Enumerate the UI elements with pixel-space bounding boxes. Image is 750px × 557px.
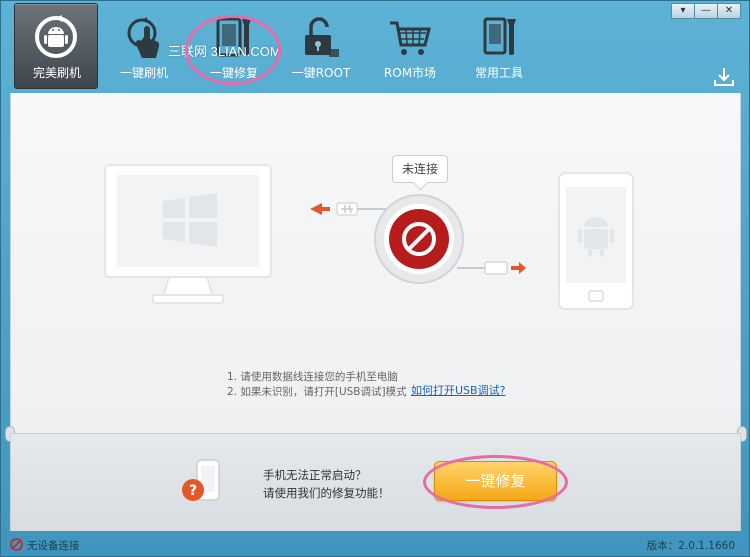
connection-panel: 未连接 1. 请使用数据线连接您的手机至电脑 2. 如果未识别，请打开[USB调… — [10, 93, 741, 433]
connection-instructions: 1. 请使用数据线连接您的手机至电脑 2. 如果未识别，请打开[USB调试]模式 — [227, 370, 407, 400]
nav-item-common-tools[interactable]: 常用工具 — [457, 7, 541, 87]
svg-text:?: ? — [189, 483, 197, 499]
download-icon[interactable] — [713, 67, 735, 87]
connection-status-bubble: 未连接 — [392, 155, 448, 183]
nav-label: 常用工具 — [474, 66, 523, 80]
usb-cable-right-icon — [457, 261, 526, 275]
annotation-circle — [185, 15, 281, 85]
repair-panel: ? 手机无法正常启动？ 请使用我们的修复功能！ 一键修复 — [10, 433, 741, 531]
close-button[interactable]: ✕ — [717, 3, 741, 19]
disconnected-status-icon — [374, 194, 464, 284]
shopping-cart-icon — [390, 21, 431, 55]
annotation-circle — [423, 455, 568, 509]
usb-debugging-help-link[interactable]: 如何打开USB调试? — [411, 382, 505, 398]
version-text: 版本：2.0.1.1660 — [646, 540, 735, 552]
nav-item-perfect-flash[interactable]: 完美刷机 — [14, 3, 98, 89]
android-refresh-icon — [35, 15, 77, 58]
no-connection-icon — [10, 538, 23, 551]
connection-status-text: 无设备连接 — [27, 540, 80, 552]
instruction-line-2: 2. 如果未识别，请打开[USB调试]模式 — [227, 386, 407, 398]
nav-label: 一键ROOT — [291, 66, 351, 80]
phone-help-icon: ? — [182, 459, 220, 501]
unlock-icon — [305, 17, 339, 57]
repair-help-text: 手机无法正常启动？ 请使用我们的修复功能！ — [263, 466, 390, 502]
nav-label: 完美刷机 — [32, 66, 81, 80]
help-line-1: 手机无法正常启动？ — [263, 468, 367, 482]
android-phone-illustration — [558, 172, 634, 310]
app-window: 完美刷机 一键刷机 一键修复 一键ROOT ROM市场 常用工具 三联网 3LI… — [0, 0, 750, 557]
minimize-button[interactable]: — — [694, 3, 718, 19]
status-bar: 无设备连接 版本：2.0.1.1660 — [1, 532, 750, 557]
nav-item-rom-market[interactable]: ROM市场 — [368, 7, 452, 87]
tools-icon — [483, 17, 516, 55]
help-line-2: 请使用我们的修复功能！ — [263, 486, 390, 500]
touch-flash-icon — [127, 17, 160, 58]
nav-label: ROM市场 — [383, 66, 437, 80]
menu-button[interactable]: ▾ — [671, 3, 695, 19]
top-toolbar: 完美刷机 一键刷机 一键修复 一键ROOT ROM市场 常用工具 三联网 3LI… — [1, 1, 750, 93]
computer-monitor-illustration — [104, 164, 272, 304]
instruction-line-1: 1. 请使用数据线连接您的手机至电脑 — [227, 371, 398, 383]
nav-item-one-click-root[interactable]: 一键ROOT — [279, 7, 363, 87]
window-controls: ▾ — ✕ — [671, 3, 741, 19]
nav-label: 一键刷机 — [119, 66, 168, 80]
